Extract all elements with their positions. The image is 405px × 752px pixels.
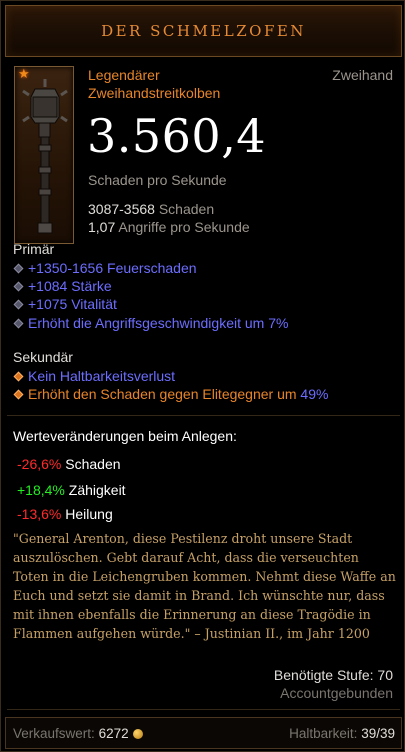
tooltip-header: DER SCHMELZOFEN xyxy=(5,5,402,57)
secondary-heading: Sekundär xyxy=(13,349,73,365)
aps-value: 1,07 xyxy=(88,219,116,235)
diamond-bullet-icon xyxy=(13,299,24,310)
damage-line: 3087-3568 Schaden xyxy=(88,201,214,217)
dps-value: 3.560,4 xyxy=(87,109,267,163)
aps-line: 1,07 Angriffe pro Sekunde xyxy=(88,219,250,235)
account-bound: Accountgebunden xyxy=(280,685,393,701)
diamond-bullet-icon xyxy=(13,281,24,292)
damage-label: Schaden xyxy=(158,201,215,217)
item-tooltip: DER SCHMELZOFEN ★ Legendärer Zweihandstr… xyxy=(0,0,405,752)
diamond-bullet-icon xyxy=(13,318,24,329)
elite-damage-value: 49% xyxy=(300,386,329,402)
item-name: DER SCHMELZOFEN xyxy=(101,22,306,40)
diamond-bullet-icon xyxy=(13,263,24,274)
primary-stat: +1084 Stärke xyxy=(13,278,112,294)
item-type: Zweihandstreitkolben xyxy=(88,85,221,101)
item-icon-frame: ★ xyxy=(14,66,74,244)
secondary-stat: Erhöht den Schaden gegen Elitegegner um … xyxy=(13,386,328,402)
damage-range: 3087-3568 xyxy=(88,201,155,217)
changes-heading: Werteveränderungen beim Anlegen: xyxy=(13,428,237,444)
aps-label: Angriffe pro Sekunde xyxy=(118,219,250,235)
primary-stat: +1350-1656 Feuerschaden xyxy=(13,260,197,276)
flavor-text: "General Arenton, diese Pestilenz droht … xyxy=(13,531,396,641)
coin-icon xyxy=(132,729,143,739)
stat-change-row: -26,6% Schaden xyxy=(17,456,121,472)
diamond-bullet-icon xyxy=(13,389,24,400)
durability: Haltbarkeit: 39/39 xyxy=(289,726,395,741)
diamond-bullet-icon xyxy=(13,371,24,382)
primary-heading: Primär xyxy=(13,241,55,257)
primary-stat: +1075 Vitalität xyxy=(13,296,117,312)
item-quality: Legendärer xyxy=(88,67,160,83)
divider xyxy=(7,415,400,416)
primary-stat: Erhöht die Angriffsgeschwindigkeit um 7% xyxy=(13,315,288,331)
divider xyxy=(7,709,400,710)
item-slot: Zweihand xyxy=(332,67,393,83)
secondary-stat: Kein Haltbarkeitsverlust xyxy=(13,368,175,384)
required-level: Benötigte Stufe: 70 xyxy=(273,667,393,683)
dps-label: Schaden pro Sekunde xyxy=(88,172,227,188)
stat-change-row: +18,4% Zähigkeit xyxy=(17,482,126,498)
stat-change-row: -13,6% Heilung xyxy=(17,506,113,522)
tooltip-footer: Verkaufswert: 6272 Haltbarkeit: 39/39 xyxy=(5,717,402,749)
mace-icon xyxy=(22,79,68,234)
sell-value: Verkaufswert: 6272 xyxy=(13,726,143,741)
